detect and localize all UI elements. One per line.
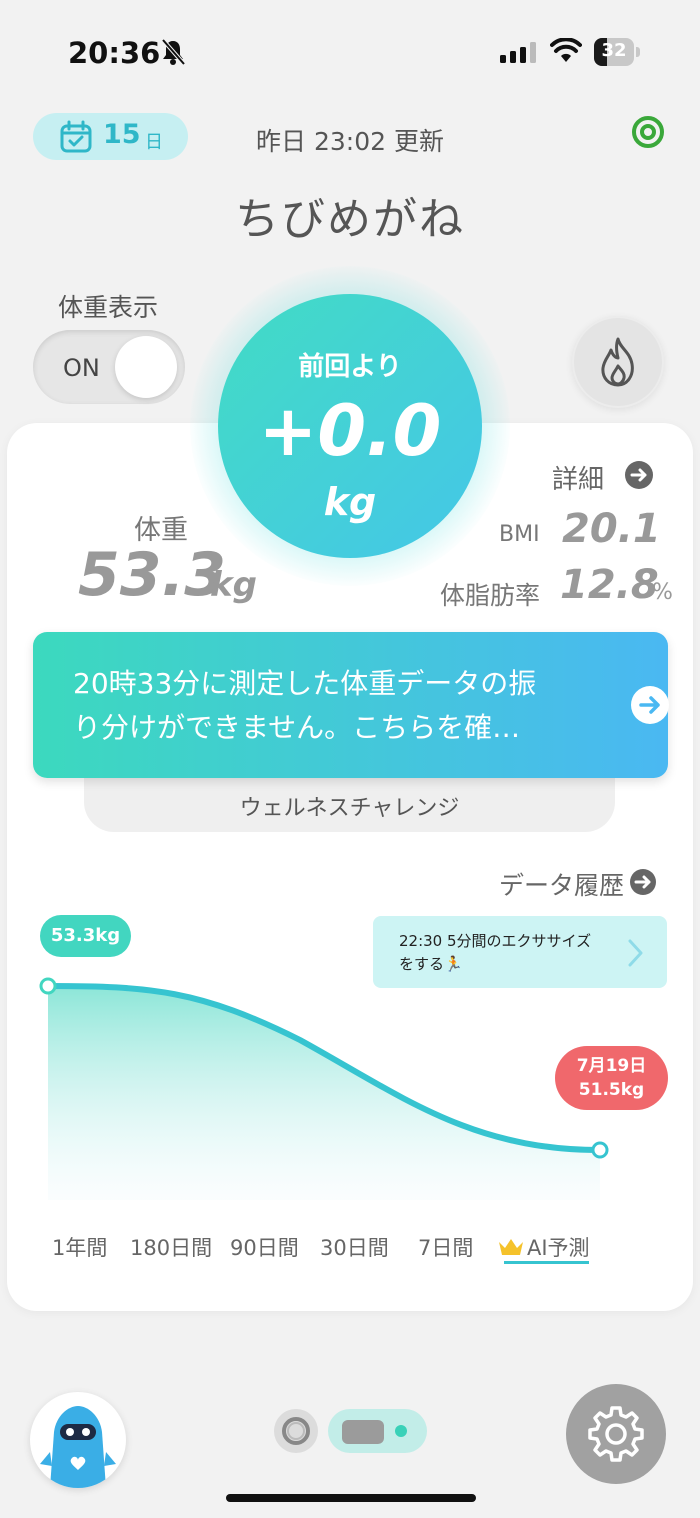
change-unit: kg bbox=[323, 480, 377, 524]
end-point bbox=[591, 1141, 609, 1159]
weight-value: 53.3 bbox=[78, 540, 227, 610]
bmi-value: 20.1 bbox=[562, 506, 661, 552]
scale-device-icon bbox=[342, 1420, 384, 1444]
streak-days: 15 bbox=[103, 119, 141, 150]
weight-display-label: 体重表示 bbox=[58, 293, 159, 322]
arrow-circle-right-icon[interactable] bbox=[624, 460, 654, 490]
toggle-knob bbox=[115, 336, 177, 398]
body-fat-label: 体脂肪率 bbox=[440, 581, 541, 610]
change-value: +0.0 bbox=[258, 390, 442, 472]
unassigned-data-banner[interactable]: 20時33分に測定した体重データの振 り分けができません。こちらを確… bbox=[33, 632, 669, 778]
battery-percent: 32 bbox=[601, 40, 627, 61]
user-name: ちびめがね bbox=[235, 194, 465, 245]
mascot-icon bbox=[40, 1406, 116, 1488]
range-7-days[interactable]: 7日間 bbox=[418, 1232, 473, 1262]
gear-icon bbox=[588, 1406, 644, 1462]
settings-button[interactable] bbox=[566, 1384, 666, 1484]
device-page-indicator-1[interactable] bbox=[274, 1409, 318, 1453]
range-180-days[interactable]: 180日間 bbox=[130, 1232, 212, 1262]
range-ai-forecast[interactable]: AI予測 bbox=[527, 1232, 590, 1262]
weight-change-circle[interactable]: 前回より +0.0 kg bbox=[218, 294, 482, 558]
streak-badge[interactable]: 15 日 bbox=[33, 113, 188, 160]
weight-display-toggle[interactable]: ON bbox=[33, 330, 185, 404]
forecast-end-badge: 7月19日 51.5kg bbox=[555, 1046, 668, 1110]
home-indicator bbox=[226, 1494, 476, 1502]
chevron-right-icon bbox=[628, 939, 643, 967]
toggle-state: ON bbox=[63, 354, 100, 382]
calorie-button[interactable] bbox=[572, 316, 664, 408]
selected-range-underline bbox=[504, 1261, 589, 1264]
data-history-link[interactable]: データ履歴 bbox=[499, 866, 624, 902]
forecast-end-date: 7月19日 bbox=[576, 1056, 647, 1076]
start-point bbox=[39, 977, 57, 995]
banner-text: 20時33分に測定した体重データの振 り分けができません。こちらを確… bbox=[73, 667, 537, 744]
cellular-signal-icon bbox=[500, 42, 536, 63]
weight-unit: kg bbox=[210, 565, 257, 605]
body-fat-value: 12.8 bbox=[560, 562, 659, 608]
target-icon[interactable] bbox=[630, 114, 666, 150]
range-30-days[interactable]: 30日間 bbox=[320, 1232, 389, 1262]
bmi-label: BMI bbox=[499, 522, 540, 547]
exercise-tip[interactable]: 22:30 5分間のエクササイズ をする🏃 bbox=[373, 916, 667, 988]
body-fat-unit: % bbox=[652, 580, 673, 605]
start-weight-badge: 53.3kg bbox=[40, 915, 131, 957]
forecast-area bbox=[48, 986, 600, 1200]
details-link[interactable]: 詳細 bbox=[552, 459, 604, 496]
battery-indicator: 32 bbox=[594, 38, 640, 66]
streak-unit: 日 bbox=[145, 132, 163, 153]
arrow-circle-right-icon bbox=[631, 686, 669, 724]
last-updated: 昨日 23:02 更新 bbox=[256, 127, 444, 156]
wifi-icon bbox=[550, 38, 582, 62]
range-90-days[interactable]: 90日間 bbox=[230, 1232, 299, 1262]
bell-slash-icon bbox=[161, 38, 186, 66]
flame-icon bbox=[601, 337, 634, 387]
exercise-tip-text: 22:30 5分間のエクササイズ をする🏃 bbox=[399, 932, 592, 973]
range-1-year[interactable]: 1年間 bbox=[52, 1232, 107, 1262]
active-dot bbox=[395, 1425, 407, 1437]
calendar-check-icon bbox=[60, 120, 92, 153]
forecast-end-weight: 51.5kg bbox=[578, 1080, 645, 1100]
ring-device-icon bbox=[282, 1417, 310, 1445]
crown-icon bbox=[499, 1239, 523, 1255]
mascot-avatar[interactable] bbox=[30, 1392, 126, 1488]
arrow-circle-right-icon[interactable] bbox=[629, 868, 657, 896]
wellness-challenge-label: ウェルネスチャレンジ bbox=[239, 796, 460, 821]
device-page-indicator-2[interactable] bbox=[328, 1409, 427, 1453]
status-time: 20:36 bbox=[68, 36, 161, 70]
change-title: 前回より bbox=[298, 352, 402, 382]
